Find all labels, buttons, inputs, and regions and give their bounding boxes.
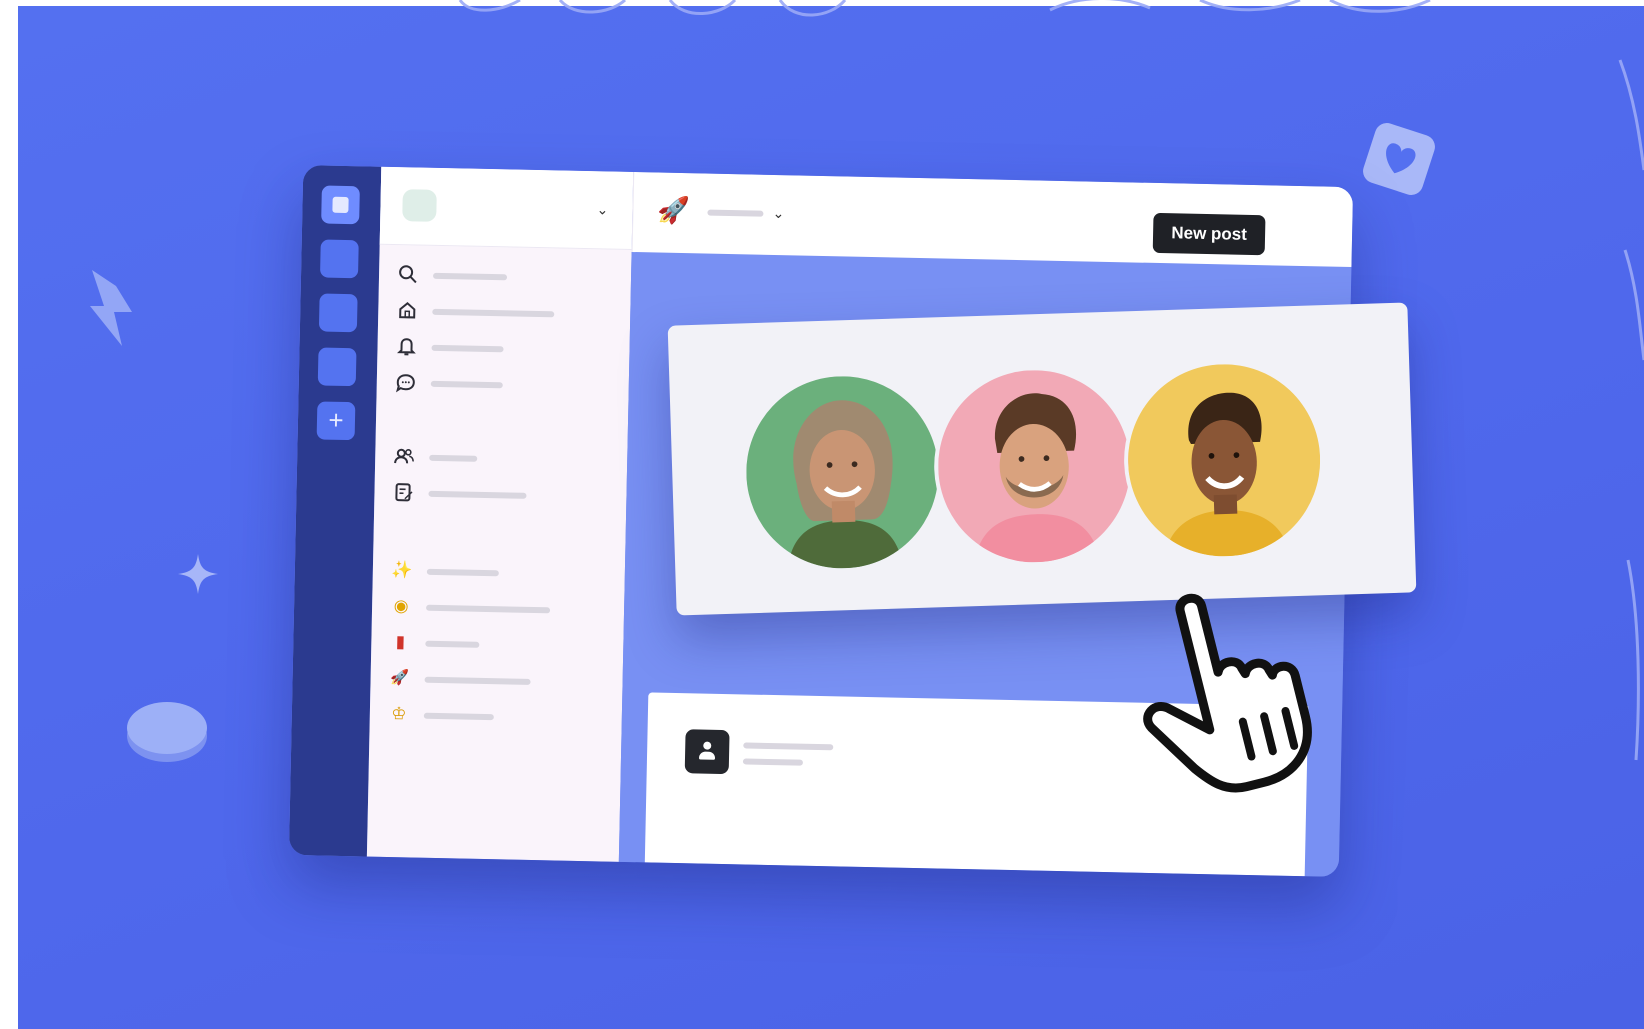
rocket-emoji: 🚀 xyxy=(657,194,691,226)
sidebar-item-members[interactable] xyxy=(393,445,613,476)
chat-icon xyxy=(396,374,415,393)
add-space-button[interactable]: + xyxy=(316,401,356,441)
sidebar-item-placeholder xyxy=(432,272,508,281)
portrait-man-curly-hair xyxy=(935,367,1134,566)
handshake-emoji: ◉ xyxy=(393,596,409,616)
sparkles-emoji: ✨ xyxy=(391,560,413,580)
sparkle-icon xyxy=(178,554,218,594)
sidebar-header: ⌄ xyxy=(379,166,634,250)
sidebar-space-1[interactable]: ✨ xyxy=(391,559,611,590)
sidebar-space-2[interactable]: ◉ xyxy=(390,595,610,626)
sidebar-item-placeholder xyxy=(429,454,478,462)
workspace-rail: + xyxy=(288,165,382,857)
space-button-3[interactable] xyxy=(317,347,357,387)
sidebar-item-placeholder xyxy=(425,640,480,648)
member-avatar-3[interactable] xyxy=(1121,357,1328,564)
sidebar: ⌄ ✨ ◉ ▮ 🚀 ♔ xyxy=(366,166,634,862)
lightning-icon xyxy=(90,270,132,346)
sidebar-item-placeholder xyxy=(423,712,494,721)
sidebar-item-placeholder xyxy=(428,490,527,499)
notes-icon xyxy=(395,483,413,502)
member-avatar-1[interactable] xyxy=(739,369,946,576)
top-bar: 🚀 ⌄ New post xyxy=(631,171,1354,268)
portrait-woman-short-hair xyxy=(1125,361,1324,560)
portrait-woman-gray-hair xyxy=(743,373,942,572)
trophy-emoji: ♔ xyxy=(391,704,407,724)
sidebar-item-placeholder xyxy=(424,676,531,685)
sidebar-item-placeholder xyxy=(431,344,504,353)
search-icon xyxy=(399,265,417,284)
rocket-emoji: 🚀 xyxy=(390,669,410,687)
member-avatar-2[interactable] xyxy=(931,363,1138,570)
sidebar-item-notifications[interactable] xyxy=(395,335,615,366)
chevron-down-icon[interactable]: ⌄ xyxy=(769,203,787,223)
post-author-placeholder xyxy=(743,742,834,751)
sidebar-item-home[interactable] xyxy=(396,299,616,330)
space-button-2[interactable] xyxy=(318,293,358,333)
workspace-icon[interactable] xyxy=(321,185,360,225)
sidebar-item-posts[interactable] xyxy=(392,481,612,512)
chevron-down-icon[interactable]: ⌄ xyxy=(592,199,612,219)
home-icon xyxy=(399,301,416,319)
sidebar-item-messages[interactable] xyxy=(395,371,615,402)
hand-cursor-icon xyxy=(1143,593,1312,793)
post-meta-placeholder xyxy=(742,758,803,766)
sidebar-item-placeholder xyxy=(426,568,499,577)
avatar[interactable] xyxy=(684,729,730,775)
sidebar-item-placeholder xyxy=(426,604,551,614)
plus-icon: + xyxy=(328,404,344,435)
sidebar-space-3[interactable]: ▮ xyxy=(389,631,609,662)
sidebar-item-placeholder xyxy=(430,380,503,389)
channel-name-placeholder[interactable] xyxy=(707,209,764,217)
sidebar-space-4[interactable]: 🚀 xyxy=(388,667,608,698)
heart-card-icon xyxy=(1363,123,1435,195)
new-post-button[interactable]: New post xyxy=(1152,212,1266,256)
space-button-1[interactable] xyxy=(319,239,359,279)
people-icon xyxy=(394,448,414,464)
bell-icon xyxy=(397,338,416,356)
member-avatars-card xyxy=(667,302,1417,616)
sidebar-item-search[interactable] xyxy=(397,263,617,294)
book-emoji: ▮ xyxy=(395,632,406,652)
sidebar-space-5[interactable]: ♔ xyxy=(388,703,608,734)
community-logo xyxy=(402,189,437,222)
coin-icon xyxy=(127,702,207,762)
sidebar-item-placeholder xyxy=(432,308,555,318)
